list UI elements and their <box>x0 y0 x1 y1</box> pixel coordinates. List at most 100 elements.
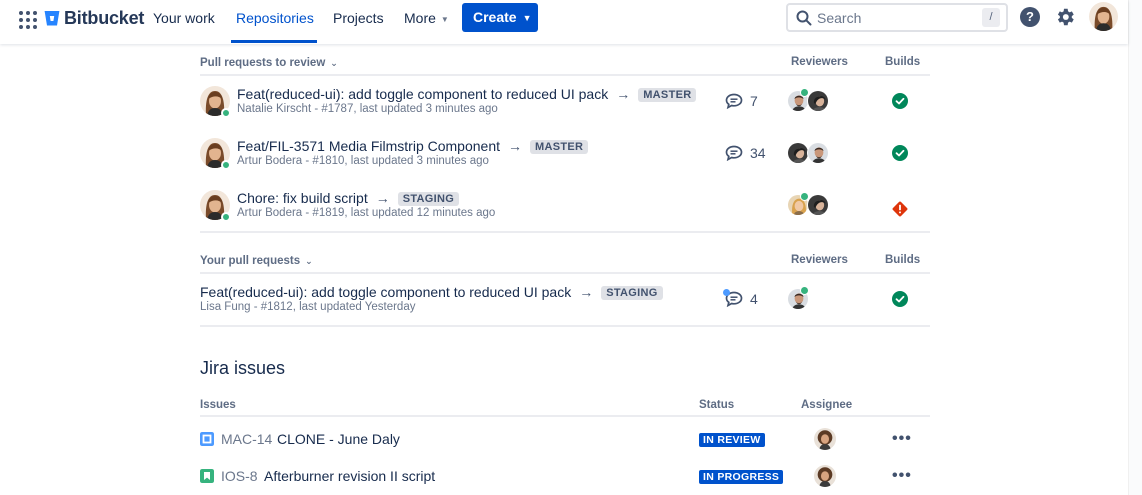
pr-title-text: Chore: fix build script <box>237 190 368 206</box>
pr-title[interactable]: Chore: fix build script → STAGING <box>237 190 460 206</box>
assignee-column-header: Assignee <box>801 399 853 411</box>
subtask-icon <box>200 432 214 446</box>
comment-count: 7 <box>725 93 758 109</box>
branch-lozenge: STAGING <box>397 192 460 206</box>
chevron-down-icon: ▼ <box>440 15 449 24</box>
active-tab-indicator <box>231 40 317 43</box>
build-success-icon[interactable] <box>892 93 908 109</box>
reviewer-avatar[interactable] <box>807 90 829 112</box>
pr-review-heading[interactable]: Pull requests to review ⌄ <box>200 57 338 69</box>
reviewer-avatar[interactable] <box>787 142 809 164</box>
jira-issues-title: Jira issues <box>200 358 286 378</box>
arrow-right-icon: → <box>508 138 522 154</box>
comment-count: 4 <box>723 289 758 308</box>
more-actions-icon[interactable]: ••• <box>892 430 912 448</box>
chevron-down-icon: ⌄ <box>305 256 313 266</box>
comment-count-value: 4 <box>750 291 758 307</box>
divider <box>200 415 930 417</box>
approved-check-icon <box>800 286 809 295</box>
pr-title-text: Feat(reduced-ui): add toggle component t… <box>237 86 609 102</box>
assignee-avatar[interactable] <box>814 465 836 487</box>
user-avatar[interactable] <box>1089 2 1118 31</box>
arrow-right-icon: → <box>616 86 631 102</box>
reviewers-column-header: Reviewers <box>791 254 848 266</box>
gear-icon[interactable] <box>1054 6 1076 28</box>
brand-name: Bitbucket <box>64 7 145 28</box>
issues-column-header: Issues <box>200 399 236 411</box>
pr-meta: Artur Bodera - #1810, last updated 3 min… <box>237 155 489 167</box>
pr-title[interactable]: Feat/FIL-3571 Media Filmstrip Component →… <box>237 138 589 154</box>
app-switcher-icon[interactable] <box>16 8 40 32</box>
issue-key[interactable]: MAC-14 <box>221 431 272 447</box>
search-shortcut-key: / <box>982 8 1000 27</box>
nav-more[interactable]: More ▼ <box>404 0 449 44</box>
search-input[interactable]: Search / <box>786 3 1008 32</box>
pr-title[interactable]: Feat(reduced-ui): add toggle component t… <box>237 86 697 102</box>
build-failed-icon[interactable] <box>892 201 908 217</box>
bitbucket-logo[interactable]: Bitbucket <box>44 7 144 29</box>
online-status-icon <box>221 212 231 222</box>
unread-dot-icon <box>723 289 730 296</box>
reviewer-avatar[interactable] <box>807 194 829 216</box>
comment-icon <box>725 93 743 109</box>
divider <box>200 272 930 274</box>
online-status-icon <box>221 160 231 170</box>
branch-lozenge: MASTER <box>638 88 697 102</box>
your-prs-heading[interactable]: Your pull requests ⌄ <box>200 255 313 267</box>
create-button-label: Create <box>473 9 517 25</box>
arrow-right-icon: → <box>579 284 594 300</box>
comment-count: 34 <box>725 145 766 161</box>
pr-meta: Lisa Fung - #1812, last updated Yesterda… <box>200 301 416 313</box>
help-icon[interactable]: ? <box>1020 7 1040 27</box>
chevron-down-icon: ⌄ <box>330 58 338 68</box>
chevron-down-icon: ▼ <box>522 13 532 23</box>
builds-column-header: Builds <box>885 254 921 266</box>
nav-your-work[interactable]: Your work <box>153 0 215 44</box>
build-success-icon[interactable] <box>892 291 908 307</box>
branch-lozenge: MASTER <box>530 140 589 154</box>
pr-review-heading-label: Pull requests to review <box>200 57 326 69</box>
more-actions-icon[interactable]: ••• <box>892 467 912 485</box>
pr-row[interactable]: Feat(reduced-ui): add toggle component t… <box>200 86 930 136</box>
assignee-avatar[interactable] <box>814 428 836 450</box>
pr-title-text: Feat/FIL-3571 Media Filmstrip Component <box>237 138 500 154</box>
builds-column-header: Builds <box>885 56 921 68</box>
status-lozenge: IN REVIEW <box>699 433 765 447</box>
nav-projects[interactable]: Projects <box>333 0 384 44</box>
issue-key[interactable]: IOS-8 <box>221 468 258 484</box>
your-prs-heading-label: Your pull requests <box>200 255 301 267</box>
pr-meta: Artur Bodera - #1819, last updated 12 mi… <box>237 207 496 219</box>
reviewers-column-header: Reviewers <box>791 56 848 68</box>
comment-icon <box>725 145 743 161</box>
issue-summary[interactable]: Afterburner revision II script <box>264 468 435 484</box>
bitbucket-icon <box>44 10 60 25</box>
jira-issue-row[interactable]: IOS-8 Afterburner revision II script IN … <box>200 465 930 493</box>
search-placeholder: Search <box>817 10 862 26</box>
divider <box>200 231 930 233</box>
top-navigation: Bitbucket Your work Repositories Project… <box>0 0 1128 44</box>
page-scrollbar[interactable] <box>1128 0 1142 495</box>
build-success-icon[interactable] <box>892 145 908 161</box>
online-status-icon <box>221 108 231 118</box>
divider <box>200 325 930 327</box>
nav-repositories[interactable]: Repositories <box>236 0 314 44</box>
search-icon <box>796 10 812 26</box>
branch-lozenge: STAGING <box>601 286 663 300</box>
jira-issue-row[interactable]: MAC-14 CLONE - June Daly IN REVIEW ••• <box>200 428 930 456</box>
status-column-header: Status <box>699 399 735 411</box>
create-button[interactable]: Create ▼ <box>462 3 538 32</box>
story-icon <box>200 469 214 483</box>
pr-meta: Natalie Kirscht - #1787, last updated 3 … <box>237 103 498 115</box>
arrow-right-icon: → <box>375 190 390 206</box>
pr-row[interactable]: Feat/FIL-3571 Media Filmstrip Component →… <box>200 138 930 188</box>
nav-more-label: More <box>404 10 436 26</box>
pr-title-text: Feat(reduced-ui): add toggle component t… <box>200 284 572 300</box>
reviewer-avatar[interactable] <box>807 142 829 164</box>
comment-count-value: 34 <box>750 145 766 161</box>
issue-summary[interactable]: CLONE - June Daly <box>277 431 400 447</box>
divider <box>200 74 930 76</box>
status-lozenge: IN PROGRESS <box>699 470 784 484</box>
comment-count-value: 7 <box>750 93 758 109</box>
comment-unread <box>723 289 743 308</box>
pr-title[interactable]: Feat(reduced-ui): add toggle component t… <box>200 284 663 300</box>
